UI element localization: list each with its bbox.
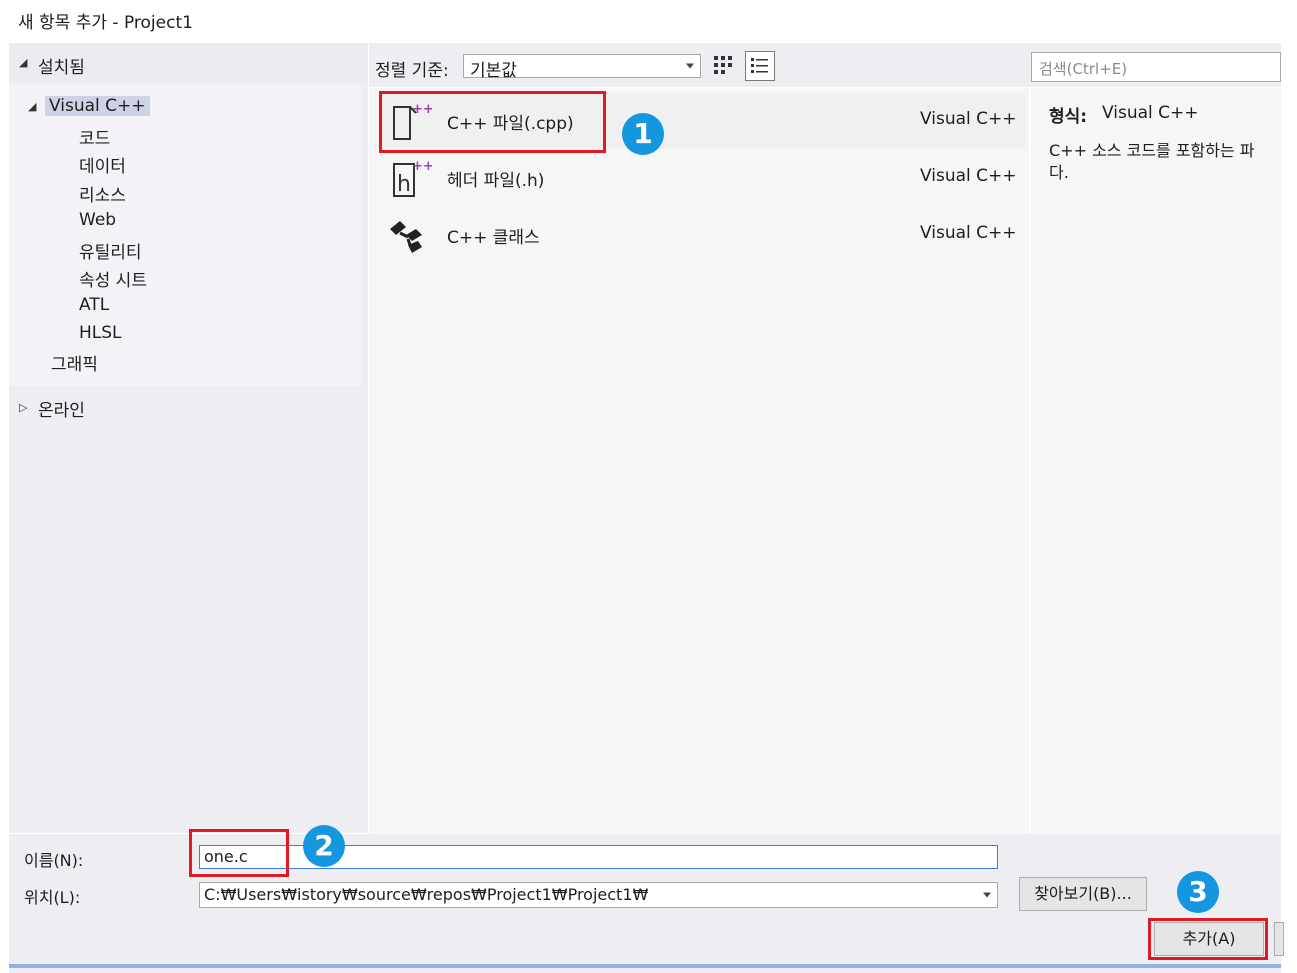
tree-item-hlsl[interactable]: HLSL xyxy=(79,323,122,343)
browse-button[interactable]: 찾아보기(B)... xyxy=(1019,877,1147,911)
dialog-title: 새 항목 추가 - Project1 xyxy=(18,13,193,33)
tree-item-atl[interactable]: ATL xyxy=(79,295,109,315)
list-item-header-file[interactable]: h ++ 헤더 파일(.h) Visual C++ xyxy=(380,150,1026,206)
chevron-down-icon xyxy=(686,63,694,69)
installed-header[interactable]: ◢ 설치됨 xyxy=(9,43,368,83)
expand-online-icon[interactable]: ▷ xyxy=(19,401,27,414)
step-badge-1: 1 xyxy=(622,113,664,155)
search-placeholder: 검색(Ctrl+E) xyxy=(1039,60,1128,78)
cancel-button-partial[interactable] xyxy=(1274,922,1284,956)
item-language: Visual C++ xyxy=(920,223,1017,243)
item-language: Visual C++ xyxy=(920,166,1017,186)
toolbar: 정렬 기준: 기본값 검색(Ctrl+E) xyxy=(369,43,1281,87)
collapse-triangle-icon[interactable]: ◢ xyxy=(19,56,27,69)
svg-text:h: h xyxy=(397,172,411,197)
cpp-class-icon xyxy=(386,213,432,259)
highlight-box-step2 xyxy=(189,829,289,877)
description-panel: 형식: Visual C++ C++ 소스 코드를 포함하는 파 다. xyxy=(1031,88,1281,834)
chevron-down-icon xyxy=(983,892,991,898)
installed-tree: ◢ Visual C++ 코드 데이터 리소스 Web 유틸리티 속성 시트 A… xyxy=(9,84,361,386)
type-label: 형식: xyxy=(1049,107,1088,127)
bottom-accent-bar xyxy=(9,964,1281,968)
tree-item-online[interactable]: 온라인 xyxy=(38,396,85,421)
header-file-icon: h ++ xyxy=(386,156,434,202)
tree-item-graphics[interactable]: 그래픽 xyxy=(51,350,98,375)
tree-item-visual-cpp[interactable]: Visual C++ xyxy=(45,96,150,116)
tree-item-data[interactable]: 데이터 xyxy=(79,152,126,177)
installed-label: 설치됨 xyxy=(38,58,85,78)
item-name: 헤더 파일(.h) xyxy=(447,171,545,191)
list-item-cpp-class[interactable]: C++ 클래스 Visual C++ xyxy=(380,207,1026,263)
description-line2: 다. xyxy=(1049,163,1069,182)
location-dropdown[interactable]: C:₩Users₩istory₩source₩repos₩Project1₩Pr… xyxy=(199,882,998,908)
item-language: Visual C++ xyxy=(920,109,1017,129)
tree-item-property-sheet[interactable]: 속성 시트 xyxy=(79,266,147,291)
list-view-icon[interactable] xyxy=(745,51,775,81)
name-label: 이름(N): xyxy=(24,851,84,870)
sort-label: 정렬 기준: xyxy=(375,61,449,81)
tree-item-web[interactable]: Web xyxy=(79,210,116,230)
sort-dropdown[interactable]: 기본값 xyxy=(463,54,701,81)
expand-visualcpp-icon[interactable]: ◢ xyxy=(28,100,36,113)
highlight-box-step3 xyxy=(1148,918,1268,960)
tree-item-utility[interactable]: 유틸리티 xyxy=(79,238,142,263)
tree-item-resource[interactable]: 리소스 xyxy=(79,181,126,206)
type-value: Visual C++ xyxy=(1102,103,1199,123)
grid-view-icon[interactable] xyxy=(712,54,736,83)
location-label: 위치(L): xyxy=(24,888,81,907)
sort-value: 기본값 xyxy=(470,61,517,81)
description-line1: C++ 소스 코드를 포함하는 파 xyxy=(1049,141,1255,160)
tree-item-code[interactable]: 코드 xyxy=(79,124,110,149)
svg-text:++: ++ xyxy=(412,159,432,174)
item-name: C++ 클래스 xyxy=(447,228,540,248)
highlight-box-step1 xyxy=(379,91,606,153)
step-badge-3: 3 xyxy=(1177,871,1219,913)
location-value: C:₩Users₩istory₩source₩repos₩Project1₩Pr… xyxy=(204,885,649,904)
step-badge-2: 2 xyxy=(303,825,345,867)
search-input[interactable]: 검색(Ctrl+E) xyxy=(1031,52,1281,82)
